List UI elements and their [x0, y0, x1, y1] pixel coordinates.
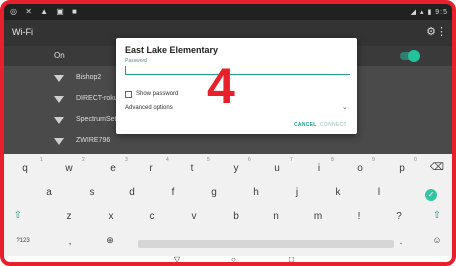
symbols-key[interactable]: ?123 — [11, 238, 35, 244]
key-m[interactable]: m — [308, 211, 328, 222]
toggle-knob — [408, 50, 420, 62]
key-g[interactable]: g — [204, 187, 224, 198]
step-number-annotation: 4 — [207, 58, 235, 114]
key-comma[interactable]: , — [60, 236, 80, 247]
key-b[interactable]: b — [226, 211, 246, 222]
recents-icon[interactable]: □ — [289, 255, 294, 262]
connect-button[interactable]: CONNECT — [320, 122, 347, 128]
device-frame: ◎ ✕ ▲ ▣ ■ ◢ ▴ ▮ 9:5 Wi-Fi ⚙ ⋮ On Bishop2… — [0, 0, 456, 266]
key-hint: 4 — [166, 157, 169, 163]
key-hint: 5 — [207, 157, 210, 163]
advanced-options[interactable]: Advanced options — [125, 105, 173, 111]
key-p[interactable]: p — [392, 163, 412, 174]
page-title: Wi-Fi — [12, 27, 33, 37]
text-cursor — [125, 66, 126, 74]
key-x[interactable]: x — [101, 211, 121, 222]
more-vert-icon[interactable]: ⋮ — [436, 25, 447, 38]
key-t[interactable]: t — [182, 163, 202, 174]
password-label: Password — [125, 58, 147, 64]
backspace-icon[interactable]: ⌫ — [427, 162, 447, 173]
back-icon[interactable]: ▽ — [174, 255, 180, 262]
key-hint: 7 — [290, 157, 293, 163]
key-hint: 2 — [82, 157, 85, 163]
status-icons-left: ◎ ✕ ▲ ▣ ■ — [10, 7, 80, 16]
key-o[interactable]: o — [350, 163, 370, 174]
key-f[interactable]: f — [163, 187, 183, 198]
key-n[interactable]: n — [266, 211, 286, 222]
globe-icon[interactable]: ⊕ — [100, 235, 120, 246]
space-bar[interactable] — [138, 240, 394, 248]
chevron-down-icon[interactable]: ⌄ — [342, 103, 348, 111]
shift-right-icon[interactable]: ⇧ — [427, 210, 447, 221]
key-hint: 9 — [372, 157, 375, 163]
key-period[interactable]: . — [391, 236, 411, 247]
key-e[interactable]: e — [103, 163, 123, 174]
wifi-toggle-label: On — [54, 51, 65, 60]
key-exclamation[interactable]: ! — [349, 211, 369, 222]
key-i[interactable]: i — [309, 163, 329, 174]
key-l[interactable]: l — [369, 187, 389, 198]
network-name: Bishop2 — [76, 74, 102, 81]
key-hint: 8 — [331, 157, 334, 163]
key-w[interactable]: w — [59, 163, 79, 174]
dialog-title: East Lake Elementary — [125, 45, 219, 55]
key-question[interactable]: ? — [389, 211, 409, 222]
wifi-signal-icon — [54, 117, 64, 124]
key-k[interactable]: k — [328, 187, 348, 198]
status-bar: ◎ ✕ ▲ ▣ ■ ◢ ▴ ▮ 9:5 — [4, 4, 452, 20]
key-q[interactable]: q — [15, 163, 35, 174]
checkbox[interactable] — [125, 91, 132, 98]
go-button[interactable]: ✓ — [425, 189, 437, 201]
cancel-button[interactable]: CANCEL — [294, 122, 317, 128]
key-hint: 1 — [40, 157, 43, 163]
key-d[interactable]: d — [122, 187, 142, 198]
key-hint: 3 — [125, 157, 128, 163]
key-c[interactable]: c — [142, 211, 162, 222]
shift-left-icon[interactable]: ⇧ — [8, 210, 28, 221]
emoji-icon[interactable]: ☺ — [427, 235, 447, 245]
wifi-password-dialog: East Lake Elementary Password Show passw… — [116, 38, 357, 134]
key-y[interactable]: y — [226, 163, 246, 174]
navigation-bar: ▽ ○ □ — [4, 255, 452, 262]
key-v[interactable]: v — [184, 211, 204, 222]
key-hint: 0 — [414, 157, 417, 163]
key-a[interactable]: a — [39, 187, 59, 198]
password-input[interactable] — [125, 65, 350, 75]
network-name: ZWIRE796 — [76, 137, 111, 144]
key-s[interactable]: s — [82, 187, 102, 198]
on-screen-keyboard: q w e r t y u i o p ⌫ 1 2 3 4 5 6 7 8 9 … — [4, 154, 452, 256]
key-h[interactable]: h — [246, 187, 266, 198]
gear-icon[interactable]: ⚙ — [426, 25, 436, 38]
wifi-signal-icon — [54, 96, 64, 103]
key-hint: 6 — [248, 157, 251, 163]
home-icon[interactable]: ○ — [231, 255, 236, 262]
status-icons-right: ◢ ▴ ▮ 9:5 — [410, 9, 448, 16]
key-r[interactable]: r — [141, 163, 161, 174]
wifi-toggle[interactable] — [400, 50, 420, 62]
wifi-signal-icon — [54, 75, 64, 82]
key-u[interactable]: u — [267, 163, 287, 174]
network-item[interactable]: ZWIRE796 — [4, 132, 452, 152]
show-password-label: Show password — [136, 91, 179, 97]
key-j[interactable]: j — [287, 187, 307, 198]
key-z[interactable]: z — [59, 211, 79, 222]
wifi-signal-icon — [54, 138, 64, 145]
